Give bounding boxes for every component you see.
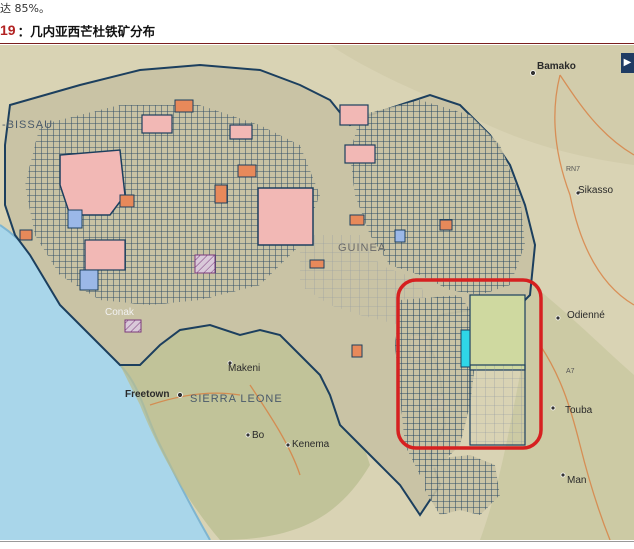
chevron-right-icon: ▶ — [623, 57, 632, 68]
figure-caption-text: ：几内亚西芒杜铁矿分布 — [17, 23, 156, 39]
label-guinea: GUINEA — [338, 242, 386, 254]
label-odienne: Odienné — [567, 310, 605, 321]
label-bamako: Bamako — [537, 61, 576, 72]
label-a7: A7 — [566, 368, 575, 375]
panel-toggle-button[interactable]: ▶ — [621, 53, 634, 73]
figure-number: 19 — [0, 22, 16, 38]
label-rn7: RN7 — [566, 166, 580, 173]
label-touba: Touba — [565, 405, 593, 416]
map-view[interactable]: Bamako -BISSAU RN7 Sikasso GUINEA Conak … — [0, 45, 634, 540]
bottom-divider — [0, 541, 634, 542]
map-canvas[interactable]: Bamako -BISSAU RN7 Sikasso GUINEA Conak … — [0, 45, 634, 540]
label-bo: Bo — [252, 430, 265, 441]
label-man: Man — [567, 475, 586, 486]
label-sierra-leone: SIERRA LEONE — [190, 393, 283, 405]
label-makeni: Makeni — [228, 363, 260, 374]
label-bissau: -BISSAU — [2, 119, 53, 131]
caption-divider — [0, 43, 634, 44]
label-freetown: Freetown — [125, 389, 169, 400]
label-kenema: Kenema — [292, 439, 330, 450]
figure-caption: 19 ：几内亚西芒杜铁矿分布 — [0, 18, 155, 42]
top-text-fragment: 达 85%。 — [0, 2, 50, 14]
label-sikasso: Sikasso — [578, 185, 613, 196]
label-conakry: Conak — [105, 307, 135, 318]
